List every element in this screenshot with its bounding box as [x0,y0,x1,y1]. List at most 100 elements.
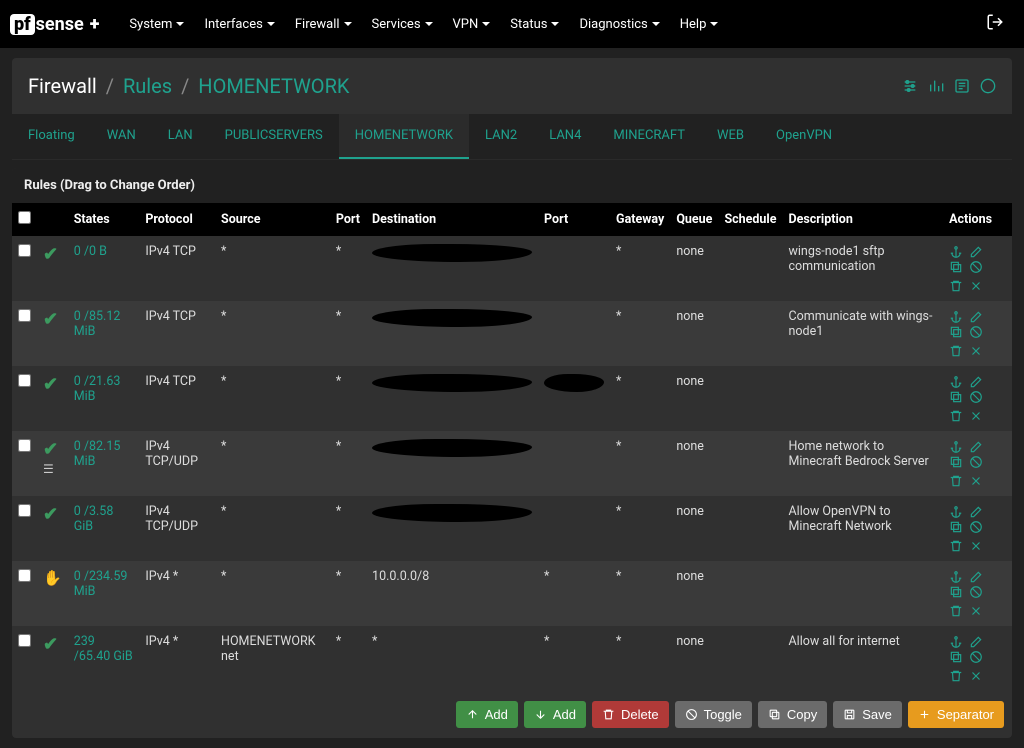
states-link[interactable]: 0 /82.15 MiB [74,439,121,469]
copy-icon[interactable] [949,260,963,274]
states-link[interactable]: 0 /0 B [74,244,107,259]
nav-services[interactable]: Services [362,0,443,48]
edit-icon[interactable] [969,375,983,389]
close-icon[interactable] [969,604,983,618]
anchor-icon[interactable] [949,505,963,519]
close-icon[interactable] [969,669,983,683]
separator-button[interactable]: Separator [908,701,1004,728]
disable-icon[interactable] [969,390,983,404]
table-row[interactable]: ✔0 /0 BIPv4 TCP***nonewings-node1 sftp c… [12,236,1012,301]
logout-icon[interactable] [976,13,1014,35]
row-checkbox[interactable] [18,439,31,452]
tab-homenetwork[interactable]: HOMENETWORK [339,114,469,159]
help-icon[interactable]: ? [980,78,996,94]
disable-icon[interactable] [969,455,983,469]
toggle-button[interactable]: Toggle [675,701,752,728]
states-link[interactable]: 0 /234.59 MiB [74,569,128,599]
description-cell: Allow OpenVPN to Minecraft Network [783,496,944,561]
tab-lan2[interactable]: LAN2 [469,114,533,159]
disable-icon[interactable] [969,585,983,599]
add-top-button[interactable]: Add [456,701,518,728]
chart-icon[interactable] [928,78,944,94]
tab-lan[interactable]: LAN [152,114,209,159]
close-icon[interactable] [969,279,983,293]
trash-icon[interactable] [949,474,963,488]
nav-status[interactable]: Status [500,0,569,48]
close-icon[interactable] [969,344,983,358]
sliders-icon[interactable] [902,78,918,94]
log-icon[interactable] [954,78,970,94]
edit-icon[interactable] [969,440,983,454]
table-row[interactable]: ✔0 /21.63 MiBIPv4 TCP***none [12,366,1012,431]
anchor-icon[interactable] [949,375,963,389]
nav-firewall[interactable]: Firewall [285,0,362,48]
trash-icon[interactable] [949,669,963,683]
tab-web[interactable]: WEB [701,114,760,159]
trash-icon[interactable] [949,344,963,358]
copy-icon[interactable] [949,520,963,534]
states-link[interactable]: 0 /21.63 MiB [74,374,121,404]
states-link[interactable]: 0 /85.12 MiB [74,309,121,339]
nav-interfaces[interactable]: Interfaces [194,0,284,48]
row-checkbox[interactable] [18,504,31,517]
row-checkbox[interactable] [18,309,31,322]
trash-icon[interactable] [949,409,963,423]
save-button[interactable]: Save [833,701,902,728]
copy-icon[interactable] [949,585,963,599]
table-footer-buttons: Add Add Delete Toggle Copy Save Separato… [12,691,1012,738]
edit-icon[interactable] [969,635,983,649]
trash-icon[interactable] [949,539,963,553]
nav-help[interactable]: Help [670,0,729,48]
copy-icon[interactable] [949,325,963,339]
row-checkbox[interactable] [18,374,31,387]
close-icon[interactable] [969,474,983,488]
add-bottom-button[interactable]: Add [524,701,586,728]
anchor-icon[interactable] [949,635,963,649]
table-row[interactable]: ✔☰0 /82.15 MiBIPv4 TCP/UDP***noneHome ne… [12,431,1012,496]
tab-wan[interactable]: WAN [91,114,152,159]
states-link[interactable]: 239 /65.40 GiB [74,634,133,664]
disable-icon[interactable] [969,260,983,274]
row-checkbox[interactable] [18,244,31,257]
breadcrumb-rules[interactable]: Rules [123,74,172,98]
anchor-icon[interactable] [949,440,963,454]
select-all-checkbox[interactable] [18,211,31,224]
nav-diagnostics[interactable]: Diagnostics [569,0,669,48]
states-link[interactable]: 0 /3.58 GiB [74,504,114,534]
table-row[interactable]: ✔239 /65.40 GiBIPv4 *HOMENETWORK net****… [12,626,1012,691]
copy-icon[interactable] [949,650,963,664]
trash-icon[interactable] [949,604,963,618]
copy-icon[interactable] [949,455,963,469]
srcport-cell: * [330,431,366,496]
trash-icon[interactable] [949,279,963,293]
row-checkbox[interactable] [18,569,31,582]
edit-icon[interactable] [969,245,983,259]
edit-icon[interactable] [969,505,983,519]
brand-logo[interactable]: pf sense + [10,14,99,35]
table-row[interactable]: ✋0 /234.59 MiBIPv4 ***10.0.0.0/8**none [12,561,1012,626]
disable-icon[interactable] [969,650,983,664]
table-row[interactable]: ✔0 /85.12 MiBIPv4 TCP***noneCommunicate … [12,301,1012,366]
nav-system[interactable]: System [119,0,194,48]
copy-button[interactable]: Copy [758,701,827,728]
anchor-icon[interactable] [949,310,963,324]
copy-icon[interactable] [949,390,963,404]
close-icon[interactable] [969,539,983,553]
breadcrumb-leaf[interactable]: HOMENETWORK [198,74,349,98]
tab-minecraft[interactable]: MINECRAFT [597,114,701,159]
table-row[interactable]: ✔0 /3.58 GiBIPv4 TCP/UDP***noneAllow Ope… [12,496,1012,561]
tab-lan4[interactable]: LAN4 [533,114,597,159]
edit-icon[interactable] [969,310,983,324]
edit-icon[interactable] [969,570,983,584]
row-checkbox[interactable] [18,634,31,647]
tab-floating[interactable]: Floating [12,114,91,159]
disable-icon[interactable] [969,520,983,534]
anchor-icon[interactable] [949,570,963,584]
delete-button[interactable]: Delete [592,701,669,728]
tab-publicservers[interactable]: PUBLICSERVERS [209,114,339,159]
close-icon[interactable] [969,409,983,423]
disable-icon[interactable] [969,325,983,339]
nav-vpn[interactable]: VPN [443,0,501,48]
tab-openvpn[interactable]: OpenVPN [760,114,848,159]
anchor-icon[interactable] [949,245,963,259]
